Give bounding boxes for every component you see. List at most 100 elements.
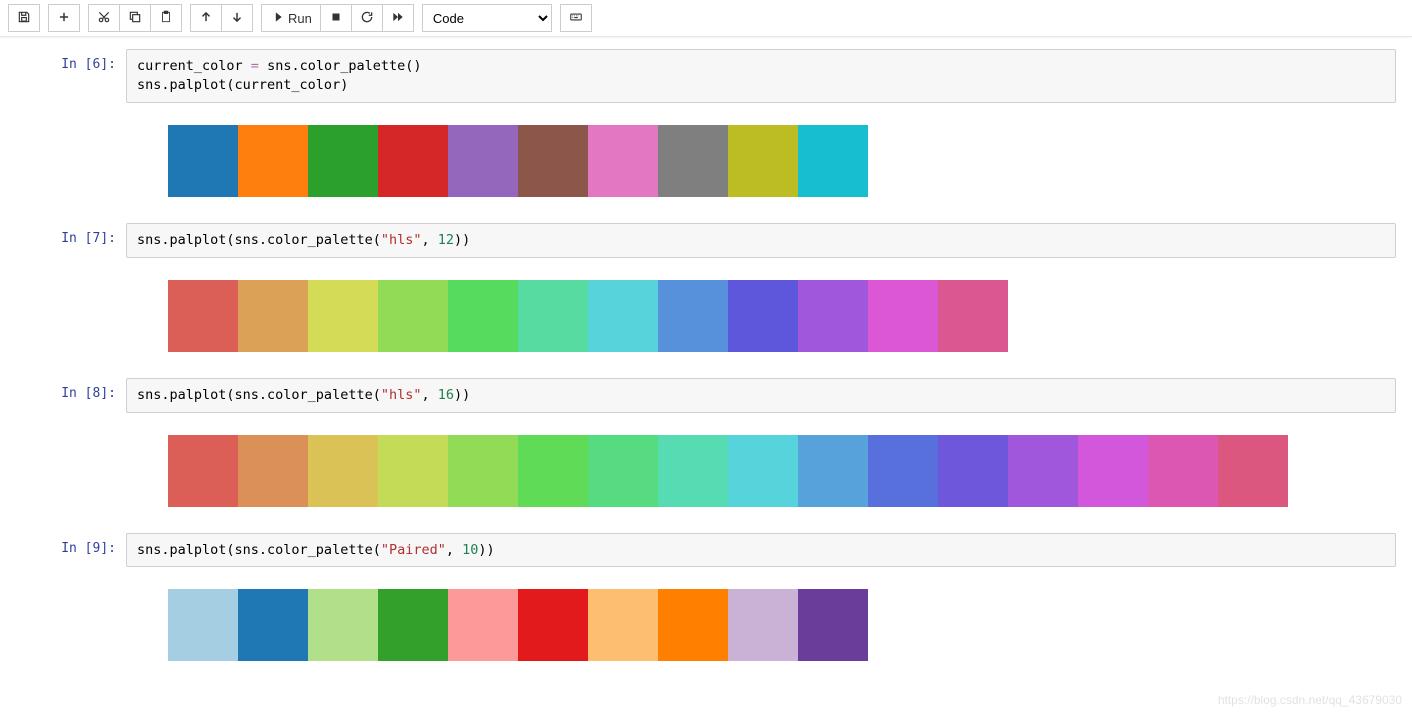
color-swatch xyxy=(238,280,308,352)
move-up-button[interactable] xyxy=(190,4,222,32)
color-swatch xyxy=(728,280,798,352)
output-area xyxy=(126,111,1396,215)
color-swatch xyxy=(378,125,448,197)
code-input[interactable]: sns.palplot(sns.color_palette("hls", 12)… xyxy=(126,223,1396,258)
output-cell xyxy=(16,111,1396,215)
input-prompt: In [7]: xyxy=(16,223,126,258)
input-prompt: In [6]: xyxy=(16,49,126,103)
copy-button[interactable] xyxy=(119,4,151,32)
code-input[interactable]: sns.palplot(sns.color_palette("hls", 16)… xyxy=(126,378,1396,413)
save-icon xyxy=(17,10,31,27)
output-cell xyxy=(16,421,1396,525)
output-prompt xyxy=(16,266,126,370)
paste-button[interactable] xyxy=(150,4,182,32)
restart-button[interactable] xyxy=(351,4,383,32)
code-cell: In [7]:sns.palplot(sns.color_palette("hl… xyxy=(16,223,1396,258)
stop-icon xyxy=(329,10,343,27)
color-swatch xyxy=(518,280,588,352)
move-down-button[interactable] xyxy=(221,4,253,32)
output-prompt xyxy=(16,575,126,679)
copy-icon xyxy=(128,10,142,27)
cut-button[interactable] xyxy=(88,4,120,32)
input-prompt: In [9]: xyxy=(16,533,126,568)
color-swatch xyxy=(378,435,448,507)
color-swatch xyxy=(448,435,518,507)
palette-plot xyxy=(168,280,1396,352)
color-swatch xyxy=(1148,435,1218,507)
code-cell: In [8]:sns.palplot(sns.color_palette("hl… xyxy=(16,378,1396,413)
output-prompt xyxy=(16,111,126,215)
celltype-select[interactable]: Code xyxy=(422,4,552,32)
plus-icon xyxy=(57,10,71,27)
output-prompt xyxy=(16,421,126,525)
code-cell: In [9]:sns.palplot(sns.color_palette("Pa… xyxy=(16,533,1396,568)
color-swatch xyxy=(728,589,798,661)
code-input[interactable]: sns.palplot(sns.color_palette("Paired", … xyxy=(126,533,1396,568)
color-swatch xyxy=(238,589,308,661)
color-swatch xyxy=(938,280,1008,352)
color-swatch xyxy=(518,589,588,661)
keyboard-icon xyxy=(569,10,583,27)
restart-icon xyxy=(360,10,374,27)
color-swatch xyxy=(868,435,938,507)
color-swatch xyxy=(658,435,728,507)
color-swatch xyxy=(588,435,658,507)
color-swatch xyxy=(238,435,308,507)
color-swatch xyxy=(798,280,868,352)
arrow-up-icon xyxy=(199,10,213,27)
color-swatch xyxy=(938,435,1008,507)
color-swatch xyxy=(658,589,728,661)
color-swatch xyxy=(308,125,378,197)
color-swatch xyxy=(168,435,238,507)
cut-icon xyxy=(97,10,111,27)
output-cell xyxy=(16,575,1396,679)
color-swatch xyxy=(518,435,588,507)
run-button[interactable]: Run xyxy=(261,4,321,32)
toolbar: Run Code xyxy=(0,0,1412,37)
output-cell xyxy=(16,266,1396,370)
color-swatch xyxy=(798,589,868,661)
color-swatch xyxy=(308,280,378,352)
code-input[interactable]: current_color = sns.color_palette() sns.… xyxy=(126,49,1396,103)
fast-forward-icon xyxy=(391,10,405,27)
command-palette-button[interactable] xyxy=(560,4,592,32)
restart-run-all-button[interactable] xyxy=(382,4,414,32)
color-swatch xyxy=(588,125,658,197)
input-prompt: In [8]: xyxy=(16,378,126,413)
color-swatch xyxy=(588,280,658,352)
palette-plot xyxy=(168,589,1396,661)
save-button[interactable] xyxy=(8,4,40,32)
palette-plot xyxy=(168,435,1396,507)
color-swatch xyxy=(168,280,238,352)
run-label: Run xyxy=(288,11,312,26)
output-area xyxy=(126,421,1396,525)
color-swatch xyxy=(238,125,308,197)
color-swatch xyxy=(448,589,518,661)
color-swatch xyxy=(308,589,378,661)
palette-plot xyxy=(168,125,1396,197)
color-swatch xyxy=(448,125,518,197)
arrow-down-icon xyxy=(230,10,244,27)
color-swatch xyxy=(308,435,378,507)
color-swatch xyxy=(518,125,588,197)
interrupt-button[interactable] xyxy=(320,4,352,32)
notebook-container: In [6]:current_color = sns.color_palette… xyxy=(0,41,1412,727)
color-swatch xyxy=(658,125,728,197)
color-swatch xyxy=(168,589,238,661)
run-icon xyxy=(270,10,284,27)
output-area xyxy=(126,575,1396,679)
color-swatch xyxy=(378,589,448,661)
color-swatch xyxy=(798,435,868,507)
output-area xyxy=(126,266,1396,370)
color-swatch xyxy=(798,125,868,197)
color-swatch xyxy=(868,280,938,352)
color-swatch xyxy=(378,280,448,352)
code-cell: In [6]:current_color = sns.color_palette… xyxy=(16,49,1396,103)
color-swatch xyxy=(658,280,728,352)
insert-cell-button[interactable] xyxy=(48,4,80,32)
color-swatch xyxy=(448,280,518,352)
color-swatch xyxy=(728,125,798,197)
paste-icon xyxy=(159,10,173,27)
color-swatch xyxy=(1008,435,1078,507)
color-swatch xyxy=(1078,435,1148,507)
